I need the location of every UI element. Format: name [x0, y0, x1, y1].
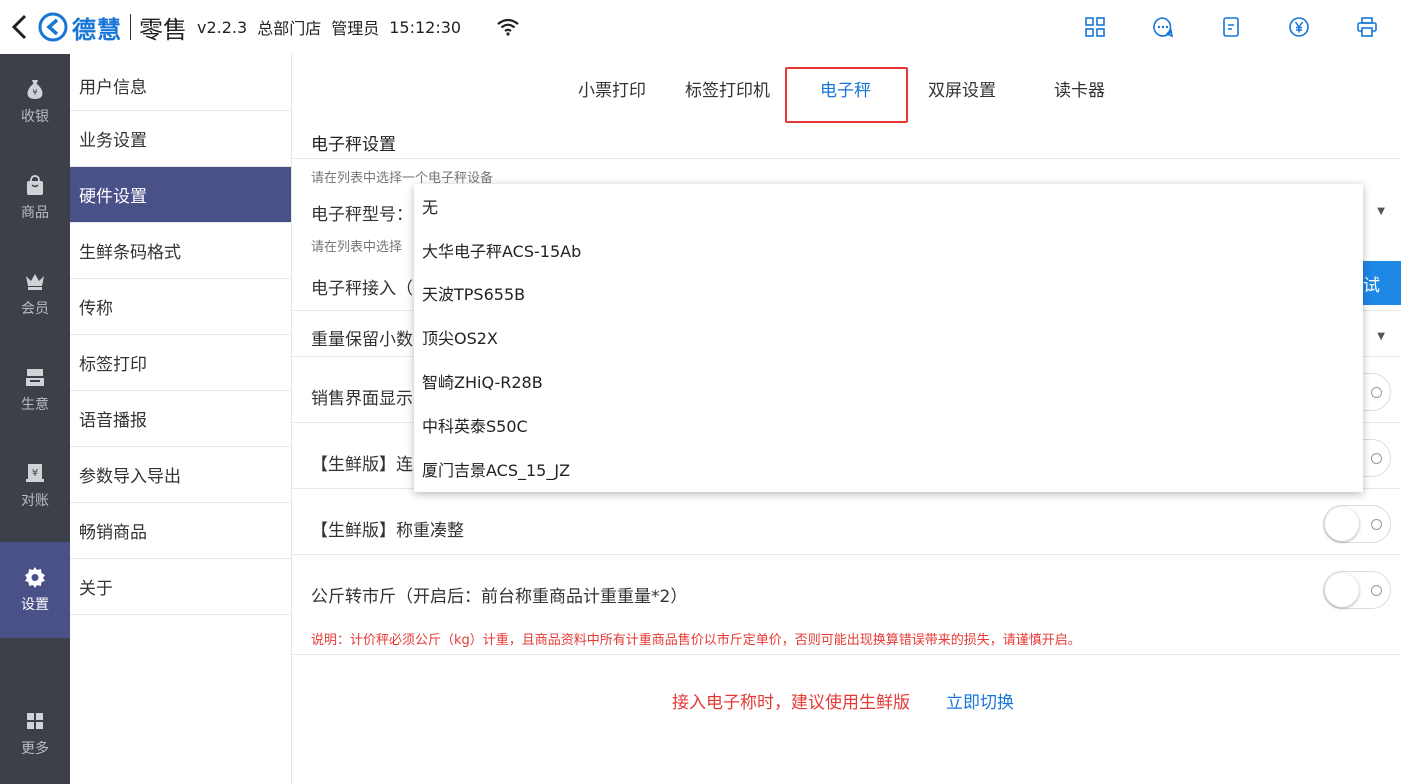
toggle-knob [1325, 507, 1359, 541]
nav-label-settings: 设置 [21, 597, 49, 613]
scale-interface-label: 电子秤接入（ [311, 279, 413, 299]
money-bag-icon: ¥ [27, 80, 43, 99]
nav-item-more[interactable]: 更多 [0, 686, 70, 782]
brand-name: 德慧 [72, 15, 122, 44]
dropdown-option-tianbo[interactable]: 天波TPS655B [414, 272, 1363, 316]
submenu-business-settings[interactable]: 业务设置 [70, 111, 291, 167]
tab-label-printer[interactable]: 标签打印机 [685, 76, 770, 101]
chevron-left-icon [11, 14, 27, 40]
kg-to-jin-note: 说明：计价秤必须公斤（kg）计重，且商品资料中所有计重商品售价以市斤定单价，否则… [311, 633, 1081, 648]
divider [292, 158, 1401, 159]
nav-item-members[interactable]: 会员 [0, 246, 70, 342]
submenu-user-info[interactable]: 用户信息 [70, 54, 291, 111]
nav-item-business[interactable]: 生意 [0, 342, 70, 438]
dropdown-option-xiamen-jijing[interactable]: 厦门吉景ACS_15_JZ [414, 447, 1363, 491]
nav-item-products[interactable]: 商品 [0, 150, 70, 246]
nav-item-cashier[interactable]: ¥ 收银 [0, 54, 70, 150]
wifi-icon [497, 18, 519, 36]
toggle-off-icon [1371, 519, 1382, 530]
scale-model-label: 电子秤型号： [311, 205, 413, 225]
fresh-round-toggle[interactable] [1323, 505, 1391, 543]
brand-logo-icon [38, 12, 68, 42]
user-role: 管理员 [331, 19, 380, 38]
section-title: 电子秤设置 [311, 135, 396, 155]
nav-label-cashier: 收银 [21, 109, 49, 125]
submenu-scale-transfer[interactable]: 传称 [70, 279, 291, 335]
register-icon [26, 369, 44, 386]
dropdown-option-zhiqi[interactable]: 智崎ZHiQ-R28B [414, 359, 1363, 403]
nav-label-members: 会员 [21, 301, 49, 317]
shopping-bag-icon [27, 175, 43, 195]
tab-card-reader[interactable]: 读卡器 [1054, 76, 1105, 101]
settings-submenu: 用户信息 业务设置 硬件设置 生鲜条码格式 传称 标签打印 语音播报 参数导入导… [70, 54, 292, 784]
main-nav: ¥ 收银 商品 会员 生意 ¥ 对账 设置 更多 [0, 54, 70, 784]
back-button[interactable] [2, 0, 38, 54]
model-select-caret-icon[interactable]: ▼ [1377, 206, 1385, 217]
tab-receipt-print[interactable]: 小票打印 [578, 76, 646, 101]
submenu-label-print[interactable]: 标签打印 [70, 335, 291, 391]
sales-display-label: 销售界面显示 [311, 389, 413, 409]
title-divider [130, 14, 131, 40]
grid-icon [1085, 17, 1105, 37]
divider [292, 654, 1401, 655]
nav-item-reconcile[interactable]: ¥ 对账 [0, 438, 70, 534]
submenu-about[interactable]: 关于 [70, 559, 291, 615]
dropdown-option-none[interactable]: 无 [414, 184, 1363, 228]
reconcile-icon: ¥ [26, 464, 44, 482]
gear-icon [25, 567, 45, 588]
store-name: 总部门店 [257, 19, 322, 38]
dropdown-option-dingjian[interactable]: 顶尖OS2X [414, 315, 1363, 359]
clock-time: 15:12:30 [389, 17, 462, 37]
fresh-version-tip: 接入电子称时，建议使用生鲜版 [672, 693, 910, 713]
svg-text:¥: ¥ [32, 88, 37, 97]
toggle-off-icon [1371, 387, 1382, 398]
submenu-hardware-settings[interactable]: 硬件设置 [70, 167, 291, 223]
submenu-best-sellers[interactable]: 畅销商品 [70, 503, 291, 559]
nav-label-more: 更多 [21, 741, 49, 757]
printer-icon [1357, 17, 1377, 37]
switch-now-link[interactable]: 立即切换 [946, 688, 1014, 713]
printer-button[interactable] [1333, 0, 1401, 54]
svg-text:¥: ¥ [32, 468, 38, 479]
grid-button[interactable] [1061, 0, 1129, 54]
yen-icon [1289, 17, 1309, 37]
tab-dual-screen[interactable]: 双屏设置 [928, 76, 996, 101]
toggle-knob [1325, 573, 1359, 607]
toggle-off-icon [1371, 585, 1382, 596]
nav-label-business: 生意 [21, 397, 49, 413]
kg-to-jin-label: 公斤转市斤（开启后：前台称重商品计重重量*2） [311, 587, 688, 607]
dropdown-option-dahua[interactable]: 大华电子秤ACS-15Ab [414, 228, 1363, 272]
document-button[interactable] [1197, 0, 1265, 54]
test-button-label: 测试 [1361, 275, 1380, 296]
active-tab-highlight [785, 67, 908, 123]
crown-icon [26, 274, 44, 290]
top-bar: 德慧 零售 v2.2.3 总部门店 管理员 15:12:30 [0, 0, 1401, 54]
hardware-tabs: 小票打印 标签打印机 电子秤 双屏设置 读卡器 [292, 54, 1401, 124]
submenu-voice-broadcast[interactable]: 语音播报 [70, 391, 291, 447]
toggle-off-icon [1371, 453, 1382, 464]
fresh-continuous-label: 【生鲜版】连 [311, 455, 413, 475]
yen-button[interactable] [1265, 0, 1333, 54]
divider [292, 554, 1401, 555]
product-name: 零售 [139, 15, 187, 44]
nav-label-reconcile: 对账 [21, 493, 49, 509]
interface-hint: 请在列表中选择 [311, 240, 403, 255]
submenu-params-import-export[interactable]: 参数导入导出 [70, 447, 291, 503]
test-button[interactable]: 测试 [1361, 261, 1401, 305]
dropdown-option-zhongke[interactable]: 中科英泰S50C [414, 403, 1363, 447]
submenu-fresh-barcode-format[interactable]: 生鲜条码格式 [70, 223, 291, 279]
decimals-select-caret-icon[interactable]: ▼ [1377, 331, 1385, 342]
document-icon [1223, 17, 1239, 37]
scale-model-dropdown: 无 大华电子秤ACS-15Ab 天波TPS655B 顶尖OS2X 智崎ZHiQ-… [414, 184, 1363, 492]
nav-label-products: 商品 [21, 205, 49, 221]
top-toolbar [1061, 0, 1401, 54]
more-grid-icon [27, 713, 43, 729]
weight-decimals-label: 重量保留小数 [311, 330, 413, 350]
fresh-round-label: 【生鲜版】称重凑整 [311, 521, 464, 541]
version-text: v2.2.3 [197, 17, 248, 37]
nav-item-settings[interactable]: 设置 [0, 542, 70, 638]
chat-button[interactable] [1129, 0, 1197, 54]
chat-icon [1153, 17, 1174, 38]
kg-to-jin-toggle[interactable] [1323, 571, 1391, 609]
